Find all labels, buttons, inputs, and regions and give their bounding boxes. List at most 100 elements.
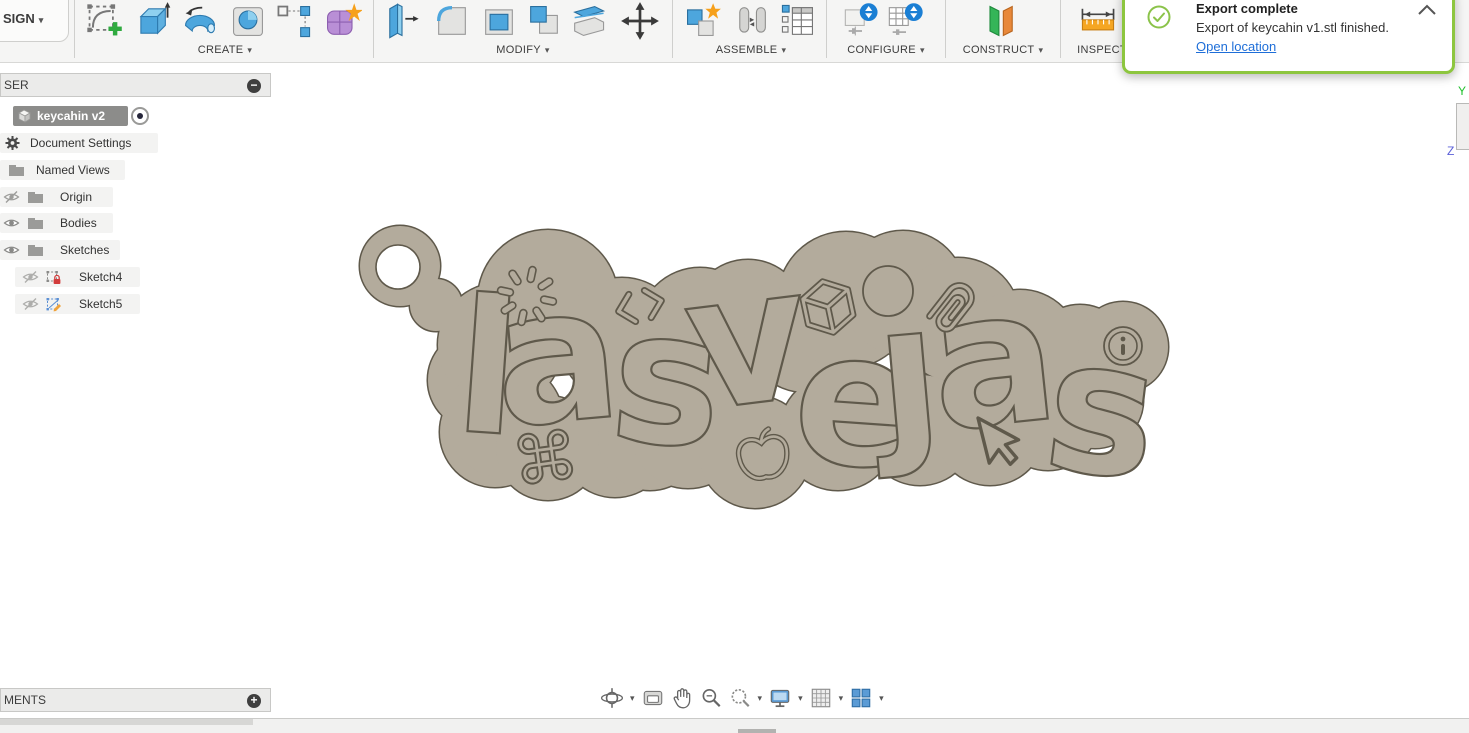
workspace-selector[interactable]: SIGN — [0, 0, 69, 42]
fusion-window: SIGN — [0, 0, 1469, 733]
new-component-icon[interactable] — [682, 1, 722, 41]
expand-comments-button[interactable]: + — [247, 694, 261, 708]
viewcube-y-axis-label: Y — [1458, 84, 1466, 98]
comments-panel-header: MENTS + — [0, 688, 271, 712]
info-circle-icon — [1104, 327, 1142, 365]
workspace-label[interactable]: SIGN — [3, 11, 43, 26]
tree-item-label: Sketches — [60, 243, 109, 257]
notification-title: Export complete — [1196, 1, 1298, 16]
eye-icon[interactable] — [3, 215, 20, 231]
circle-dot-icon — [863, 266, 913, 316]
command-symbol-icon: ⌘ — [508, 416, 584, 501]
sketch-edit-icon — [45, 296, 62, 312]
display-settings-icon[interactable] — [768, 686, 792, 710]
move-copy-icon[interactable] — [620, 1, 660, 41]
tree-row-named-views[interactable]: Named Views — [0, 160, 271, 180]
tree-item-label: Named Views — [36, 163, 110, 177]
window-zoom-dropdown-caret-icon[interactable]: ▾ — [758, 693, 763, 704]
folder-icon — [27, 189, 44, 205]
browser-header-label: SER — [4, 78, 29, 92]
tree-item-label: Sketch4 — [79, 270, 122, 284]
eye-icon[interactable] — [3, 242, 20, 258]
viewports-icon[interactable] — [849, 686, 873, 710]
timeline-handle[interactable] — [738, 729, 776, 733]
tree-item-label: Sketch5 — [79, 297, 122, 311]
orbit-icon[interactable] — [600, 686, 624, 710]
pan-icon[interactable] — [670, 686, 694, 710]
shell-icon[interactable] — [479, 1, 519, 41]
sketch-locked-icon — [45, 269, 62, 285]
gear-icon — [4, 135, 21, 151]
press-pull-icon[interactable] — [382, 1, 422, 41]
construction-plane-icon[interactable] — [980, 1, 1020, 41]
joint-icon[interactable] — [732, 1, 772, 41]
configuration-icon[interactable] — [842, 1, 882, 41]
zoom-icon[interactable] — [699, 686, 723, 710]
eye-slash-icon[interactable] — [22, 296, 39, 312]
component-activate-radio[interactable] — [131, 107, 149, 125]
toolbar-divider — [74, 0, 75, 58]
viewcube-z-axis-label: Z — [1447, 144, 1454, 158]
svg-text:⌘: ⌘ — [508, 416, 584, 501]
revolve-icon[interactable] — [180, 1, 220, 41]
tree-row-bodies[interactable]: Bodies — [0, 213, 271, 233]
folder-icon — [27, 215, 44, 231]
look-at-icon[interactable] — [641, 686, 665, 710]
toolbar-divider — [373, 0, 374, 58]
viewcube[interactable] — [1456, 103, 1469, 150]
viewports-dropdown-caret-icon[interactable]: ▾ — [879, 693, 884, 704]
display-dropdown-caret-icon[interactable]: ▾ — [798, 693, 803, 704]
create-form-icon[interactable] — [322, 1, 362, 41]
tree-row-sketch4[interactable]: Sketch4 — [0, 267, 271, 287]
comments-header-label: MENTS — [4, 693, 46, 707]
grid-settings-icon[interactable] — [809, 686, 833, 710]
assemble-group-label[interactable]: ASSEMBLE — [678, 44, 824, 56]
tree-item-label: Document Settings — [30, 136, 131, 150]
modify-group-label[interactable]: MODIFY — [378, 44, 668, 56]
view-navigation-toolbar: ▾ ▾ ▾ ▾ ▾ — [600, 684, 885, 712]
combine-icon[interactable] — [524, 1, 564, 41]
create-group-label[interactable]: CREATE — [80, 44, 370, 56]
window-zoom-icon[interactable] — [728, 686, 752, 710]
tree-item-label: Bodies — [60, 216, 97, 230]
tree-row-document-settings[interactable]: Document Settings — [0, 133, 271, 153]
keyring-hole — [376, 245, 420, 289]
export-notification: Export complete Export of keycahin v1.st… — [1122, 0, 1455, 74]
tree-item-label: keycahin v2 — [37, 109, 105, 123]
hole-icon[interactable] — [228, 1, 268, 41]
timeline-segment — [0, 719, 253, 725]
open-location-link[interactable]: Open location — [1196, 39, 1276, 54]
configure-group-label[interactable]: CONFIGURE — [830, 44, 942, 56]
split-body-icon[interactable] — [568, 1, 608, 41]
success-check-icon — [1147, 5, 1171, 29]
notification-message: Export of keycahin v1.stl finished. — [1196, 20, 1389, 35]
tree-item-label: Origin — [60, 190, 92, 204]
timeline-strip — [0, 718, 1469, 733]
tree-row-sketch5[interactable]: Sketch5 — [0, 294, 271, 314]
keychain-body[interactable]: l a s v e ȷ a s ⌘ — [330, 210, 1190, 525]
toolbar-divider — [945, 0, 946, 58]
configuration-table-icon[interactable] — [886, 1, 926, 41]
browser-panel-header: SER − — [0, 73, 271, 97]
folder-icon — [8, 162, 25, 178]
eye-slash-icon[interactable] — [22, 269, 39, 285]
collapse-browser-button[interactable]: − — [247, 79, 261, 93]
measure-icon[interactable] — [1078, 1, 1118, 41]
bom-table-icon[interactable] — [778, 1, 818, 41]
construct-group-label[interactable]: CONSTRUCT — [948, 44, 1058, 56]
tree-row-origin[interactable]: Origin — [0, 187, 271, 207]
eye-slash-icon[interactable] — [3, 189, 20, 205]
folder-icon — [27, 242, 44, 258]
fillet-icon[interactable] — [432, 1, 472, 41]
grid-dropdown-caret-icon[interactable]: ▾ — [839, 693, 844, 704]
extrude-icon[interactable] — [132, 1, 172, 41]
create-sketch-icon[interactable] — [84, 1, 124, 41]
collapse-chevron-icon[interactable] — [1416, 3, 1438, 17]
toolbar-divider — [826, 0, 827, 58]
tree-row-sketches[interactable]: Sketches — [0, 240, 271, 260]
orbit-dropdown-caret-icon[interactable]: ▾ — [630, 693, 635, 704]
tree-row-document[interactable]: keycahin v2 — [0, 106, 271, 126]
toolbar-divider — [672, 0, 673, 58]
toolbar-divider — [1060, 0, 1061, 58]
pattern-icon[interactable] — [274, 1, 314, 41]
